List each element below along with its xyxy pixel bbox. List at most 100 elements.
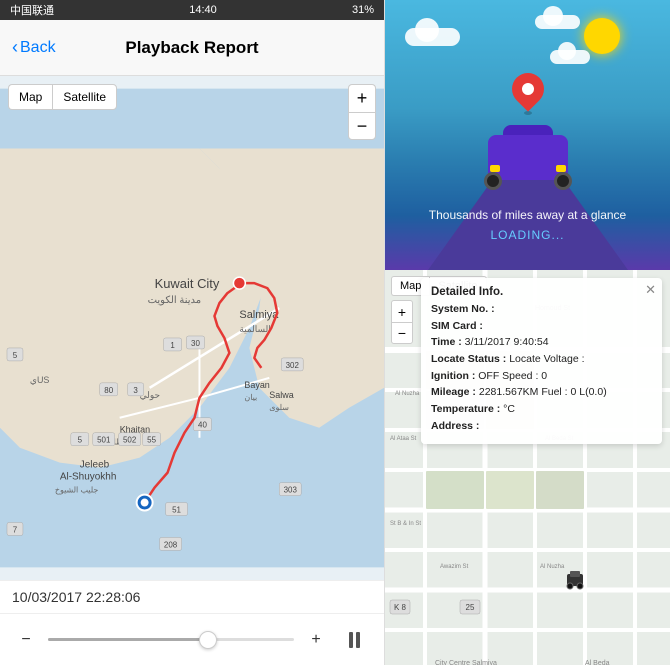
svg-text:208: 208 bbox=[164, 540, 178, 549]
cloud-3-icon bbox=[535, 15, 580, 29]
status-bar: 中国联通 14:40 31% bbox=[0, 0, 384, 20]
svg-text:جليب الشيوخ: جليب الشيوخ bbox=[55, 486, 98, 495]
back-label: Back bbox=[20, 39, 56, 57]
sim-card-row: SIM Card : bbox=[431, 319, 652, 334]
page-title: Playback Report bbox=[125, 38, 258, 58]
locate-status-value: Locate Voltage : bbox=[509, 353, 584, 365]
svg-text:Al Nuzha: Al Nuzha bbox=[540, 564, 565, 570]
address-label: Address : bbox=[431, 420, 479, 432]
detail-info-title: Detailed Info. bbox=[431, 286, 652, 298]
car-wheel-left-icon bbox=[484, 172, 502, 190]
time-label: Time : bbox=[431, 336, 462, 348]
ignition-row: Ignition : OFF Speed : 0 bbox=[431, 369, 652, 384]
mileage-row: Mileage : 2281.567KM Fuel : 0 L(0.0) bbox=[431, 385, 652, 400]
system-no-row: System No. : bbox=[431, 302, 652, 317]
time: 14:40 bbox=[189, 4, 217, 16]
time-value: 3/11/2017 9:40:54 bbox=[465, 336, 549, 348]
map-type-satellite-button[interactable]: Satellite bbox=[52, 84, 117, 110]
detail-zoom-controls: + − bbox=[391, 300, 413, 344]
svg-text:Al Nuzha: Al Nuzha bbox=[395, 391, 420, 397]
cloud-2-icon bbox=[550, 50, 590, 64]
zoom-out-button[interactable]: − bbox=[348, 112, 376, 140]
svg-text:بيان: بيان bbox=[244, 393, 257, 402]
header: ‹ Back Playback Report bbox=[0, 20, 384, 76]
right-panel: Thousands of miles away at a glance LOAD… bbox=[385, 0, 670, 665]
map-type-controls: Map Satellite bbox=[8, 84, 117, 110]
system-no-label: System No. : bbox=[431, 303, 495, 315]
cloud-1-icon bbox=[405, 28, 460, 46]
zoom-in-button[interactable]: + bbox=[348, 84, 376, 112]
minus-button[interactable]: − bbox=[14, 628, 38, 652]
address-row: Address : bbox=[431, 419, 652, 434]
svg-text:St B & In St: St B & In St bbox=[390, 521, 421, 527]
illustration-tagline: Thousands of miles away at a glance bbox=[385, 208, 670, 222]
progress-track[interactable] bbox=[48, 638, 294, 641]
pin-inner bbox=[519, 81, 536, 98]
detail-area[interactable]: Al Hamra Bin Masoud St Homoud St Al Nuzh… bbox=[385, 270, 670, 665]
svg-text:7: 7 bbox=[13, 525, 18, 534]
svg-text:Salwa: Salwa bbox=[269, 390, 293, 400]
close-button[interactable]: ✕ bbox=[645, 282, 656, 298]
ignition-label: Ignition : bbox=[431, 370, 475, 382]
svg-text:سلوى: سلوى bbox=[269, 403, 289, 412]
plus-button[interactable]: + bbox=[304, 628, 328, 652]
svg-text:Bayan: Bayan bbox=[244, 380, 269, 390]
detail-zoom-out-button[interactable]: − bbox=[391, 322, 413, 344]
svg-text:City Centre Salmiya: City Centre Salmiya bbox=[435, 660, 497, 665]
svg-text:501: 501 bbox=[97, 436, 111, 445]
back-button[interactable]: ‹ Back bbox=[12, 37, 56, 58]
svg-text:5: 5 bbox=[78, 436, 83, 445]
map-container[interactable]: Map Satellite + − Kuwait City مدينة الكو… bbox=[0, 76, 384, 580]
svg-text:Awazim St: Awazim St bbox=[440, 564, 469, 570]
svg-text:يUS: يUS bbox=[30, 375, 50, 385]
playback-controls: − + bbox=[0, 613, 384, 665]
locate-status-label: Locate Status : bbox=[431, 353, 506, 365]
detail-info-card: ✕ Detailed Info. System No. : SIM Card :… bbox=[421, 278, 662, 444]
pause-button[interactable] bbox=[338, 624, 370, 656]
progress-fill bbox=[48, 638, 208, 641]
svg-text:Salmiya: Salmiya bbox=[239, 309, 279, 321]
progress-thumb[interactable] bbox=[199, 631, 217, 649]
ignition-value: OFF Speed : 0 bbox=[478, 370, 547, 382]
svg-text:Al Ataa St: Al Ataa St bbox=[390, 436, 417, 442]
sim-card-label: SIM Card : bbox=[431, 320, 483, 332]
map-type-map-button[interactable]: Map bbox=[8, 84, 52, 110]
left-panel: 中国联通 14:40 31% ‹ Back Playback Report Ma… bbox=[0, 0, 385, 665]
locate-status-row: Locate Status : Locate Voltage : bbox=[431, 352, 652, 367]
pause-bar-left bbox=[349, 632, 353, 648]
pin-circle bbox=[505, 66, 550, 111]
zoom-controls: + − bbox=[348, 84, 376, 140]
svg-text:السالمية: السالمية bbox=[239, 324, 270, 334]
svg-text:30: 30 bbox=[191, 339, 200, 348]
detail-zoom-in-button[interactable]: + bbox=[391, 300, 413, 322]
temperature-value: °C bbox=[503, 403, 515, 415]
pause-icon bbox=[349, 632, 360, 648]
car-wheel-right-icon bbox=[554, 172, 572, 190]
svg-text:502: 502 bbox=[123, 436, 137, 445]
svg-text:40: 40 bbox=[198, 421, 207, 430]
time-row: Time : 3/11/2017 9:40:54 bbox=[431, 335, 652, 350]
svg-text:303: 303 bbox=[284, 486, 298, 495]
svg-text:Al Beda: Al Beda bbox=[585, 660, 610, 665]
svg-text:K 8: K 8 bbox=[394, 603, 407, 612]
svg-text:302: 302 bbox=[286, 361, 300, 370]
svg-text:80: 80 bbox=[104, 386, 113, 395]
map-svg: Kuwait City مدينة الكويت Salmiya السالمي… bbox=[0, 76, 384, 580]
car-headlight-left-icon bbox=[490, 165, 500, 172]
svg-text:25: 25 bbox=[466, 603, 475, 612]
mileage-value: 2281.567KM Fuel : 0 L(0.0) bbox=[479, 386, 607, 398]
svg-text:3: 3 bbox=[133, 386, 138, 395]
back-chevron-icon: ‹ bbox=[12, 37, 18, 58]
svg-text:55: 55 bbox=[147, 436, 156, 445]
svg-text:Kuwait City: Kuwait City bbox=[155, 276, 220, 291]
mileage-label: Mileage : bbox=[431, 386, 476, 398]
svg-text:مدينة الكويت: مدينة الكويت bbox=[148, 295, 201, 306]
svg-text:1: 1 bbox=[170, 341, 175, 350]
timestamp: 10/03/2017 22:28:06 bbox=[0, 580, 384, 613]
carrier: 中国联通 bbox=[10, 2, 54, 18]
pause-bar-right bbox=[356, 632, 360, 648]
sun-icon bbox=[584, 18, 620, 54]
battery: 31% bbox=[352, 4, 374, 16]
location-pin-icon bbox=[512, 73, 544, 115]
svg-text:Al-Shuyokhh: Al-Shuyokhh bbox=[60, 472, 117, 483]
